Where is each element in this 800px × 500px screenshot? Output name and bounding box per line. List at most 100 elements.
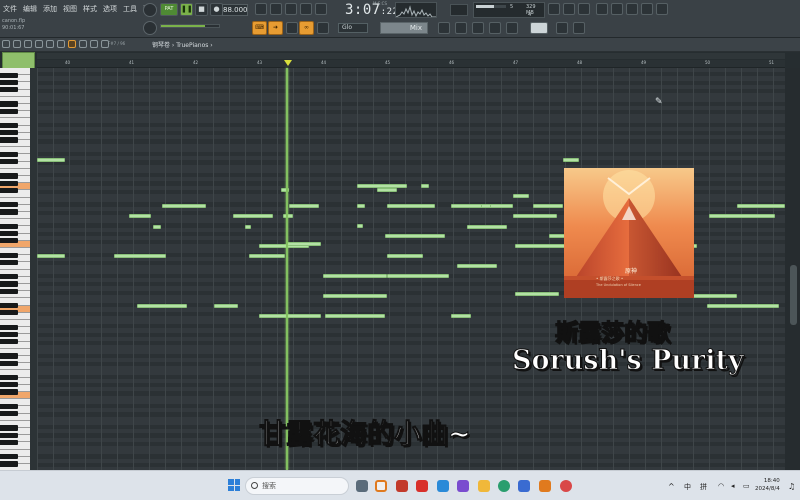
midi-note[interactable]: [563, 158, 579, 162]
midi-note[interactable]: [387, 274, 449, 278]
delete-icon[interactable]: [46, 40, 54, 48]
black-key[interactable]: [0, 108, 18, 114]
step-edit-icon[interactable]: [300, 3, 312, 15]
menu-file[interactable]: 文件: [2, 3, 18, 15]
piano-roll-title[interactable]: 钢琴卷 › TruePianos ›: [152, 40, 213, 49]
wifi-icon[interactable]: ◠: [718, 482, 724, 490]
zoom-icon[interactable]: [90, 40, 98, 48]
task-view-icon[interactable]: [356, 480, 368, 492]
midi-note[interactable]: [259, 314, 321, 318]
app-icon-blue[interactable]: [518, 480, 530, 492]
input-lang[interactable]: 中: [684, 482, 691, 492]
snap-select[interactable]: Glo: [338, 23, 368, 33]
black-key[interactable]: [0, 123, 18, 129]
playhead-marker[interactable]: [284, 60, 292, 66]
black-key[interactable]: [0, 151, 18, 157]
black-key[interactable]: [0, 173, 18, 179]
scrollbar-thumb[interactable]: [790, 265, 797, 325]
playlist-icon[interactable]: [438, 22, 450, 34]
midi-note[interactable]: [421, 184, 429, 188]
midi-note[interactable]: [137, 304, 187, 308]
midi-note[interactable]: [737, 204, 785, 208]
black-key[interactable]: [0, 274, 18, 280]
fl-studio-icon[interactable]: [539, 480, 551, 492]
play-button[interactable]: ❚❚: [180, 3, 193, 16]
black-key[interactable]: [0, 72, 18, 78]
file-explorer-icon[interactable]: [478, 480, 490, 492]
midi-note[interactable]: [287, 242, 321, 246]
master-pitch-knob[interactable]: [143, 21, 157, 35]
black-key[interactable]: [0, 360, 18, 366]
taskbar-search[interactable]: 搜索: [245, 477, 349, 495]
black-key[interactable]: [0, 180, 18, 186]
midi-note[interactable]: [513, 194, 529, 198]
playhead-line[interactable]: [286, 68, 288, 470]
black-key[interactable]: [0, 137, 18, 143]
midi-note[interactable]: [481, 204, 491, 208]
undo-icon[interactable]: [548, 3, 560, 15]
master-volume-knob[interactable]: [143, 3, 157, 17]
volume-icon[interactable]: ◂: [731, 482, 735, 490]
midi-note[interactable]: [325, 314, 385, 318]
menu-edit[interactable]: 编辑: [22, 3, 38, 15]
midi-note[interactable]: [357, 204, 365, 208]
black-key[interactable]: [0, 425, 18, 431]
menu-options[interactable]: 选项: [102, 3, 118, 15]
midi-note[interactable]: [457, 264, 497, 268]
black-key[interactable]: [0, 331, 18, 337]
edge-icon[interactable]: [498, 480, 510, 492]
midi-note[interactable]: [214, 304, 238, 308]
notification-icon[interactable]: ♫: [788, 482, 795, 491]
project-browser-icon[interactable]: [573, 22, 585, 34]
midi-note[interactable]: [707, 304, 779, 308]
menu-add[interactable]: 添加: [42, 3, 58, 15]
piano-roll-icon[interactable]: [472, 22, 484, 34]
pattern-song-toggle[interactable]: PAT: [160, 3, 178, 16]
black-key[interactable]: [0, 432, 18, 438]
blend-recording-icon[interactable]: [315, 3, 327, 15]
pen-icon[interactable]: [286, 22, 298, 34]
menu-view[interactable]: 视图: [62, 3, 78, 15]
channel-rack-icon[interactable]: [455, 22, 467, 34]
piano-keyboard[interactable]: [0, 68, 30, 470]
midi-note[interactable]: [451, 314, 471, 318]
black-key[interactable]: [0, 202, 18, 208]
black-key[interactable]: [0, 231, 18, 237]
slice-icon[interactable]: [68, 40, 76, 48]
black-key[interactable]: [0, 259, 18, 265]
settings-icon[interactable]: [596, 3, 608, 15]
black-key[interactable]: [0, 324, 18, 330]
render-icon[interactable]: [626, 3, 638, 15]
midi-note[interactable]: [114, 254, 166, 258]
tray-overflow-icon[interactable]: ^: [668, 482, 675, 491]
midi-note[interactable]: [377, 188, 397, 192]
tempo-display[interactable]: 88.000: [222, 4, 248, 16]
black-key[interactable]: [0, 101, 18, 107]
midi-note[interactable]: [289, 204, 319, 208]
wait-input-icon[interactable]: [270, 3, 282, 15]
midi-note[interactable]: [249, 254, 285, 258]
midi-note[interactable]: [467, 225, 507, 229]
black-key[interactable]: [0, 389, 18, 395]
battery-icon[interactable]: ▭: [743, 482, 750, 490]
black-key[interactable]: [0, 187, 18, 193]
windows-start-icon[interactable]: [228, 479, 240, 491]
menu-tools[interactable]: 工具: [122, 3, 138, 15]
midi-note[interactable]: [387, 204, 435, 208]
black-key[interactable]: [0, 130, 18, 136]
black-key[interactable]: [0, 303, 18, 309]
clock[interactable]: 18:40 2024/8/4: [755, 477, 780, 493]
black-key[interactable]: [0, 403, 18, 409]
master-volume-slider[interactable]: [160, 24, 220, 28]
black-key[interactable]: [0, 339, 18, 345]
midi-note[interactable]: [323, 274, 387, 278]
game-app-icon[interactable]: [396, 480, 408, 492]
midi-note[interactable]: [162, 204, 206, 208]
midi-note[interactable]: [387, 254, 423, 258]
midi-note[interactable]: [515, 292, 559, 296]
pencil-icon[interactable]: [24, 40, 32, 48]
ime-mode[interactable]: 拼: [700, 482, 707, 492]
chrome-icon[interactable]: [560, 480, 572, 492]
save-icon[interactable]: [611, 3, 623, 15]
step-sequencer-icon[interactable]: [489, 22, 501, 34]
